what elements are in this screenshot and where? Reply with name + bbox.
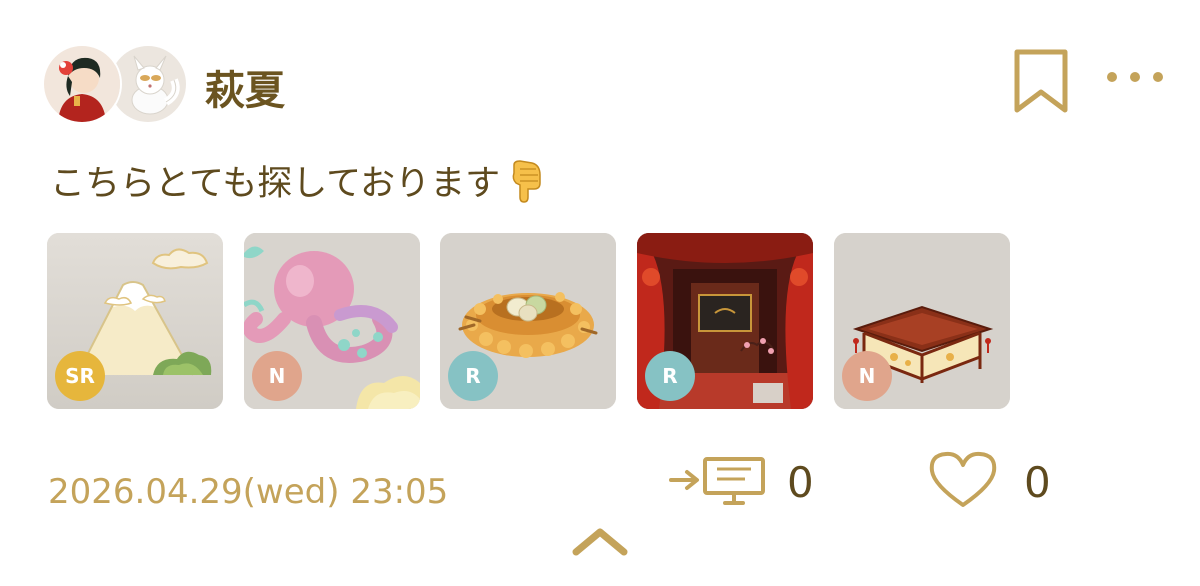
item-card-mountain[interactable]: SR	[47, 233, 223, 409]
share-board-icon[interactable]	[665, 453, 769, 511]
bookmark-icon[interactable]	[1013, 48, 1069, 114]
share-button[interactable]: 0	[665, 452, 814, 512]
rarity-badge: N	[252, 351, 302, 401]
item-card-octopus[interactable]: N	[244, 233, 420, 409]
rarity-badge: R	[645, 351, 695, 401]
username[interactable]: 萩夏	[205, 58, 285, 116]
chevron-up-icon[interactable]	[570, 524, 630, 558]
avatar-character[interactable]	[42, 44, 122, 124]
item-card-red-hall[interactable]: R	[637, 233, 813, 409]
rarity-badge: N	[842, 351, 892, 401]
rarity-badge: SR	[55, 351, 105, 401]
post-text: こちらとても探しております	[50, 155, 546, 212]
like-button[interactable]: 0	[928, 451, 1051, 513]
heart-icon[interactable]	[928, 451, 998, 513]
item-card-lantern-table[interactable]: N	[834, 233, 1010, 409]
pointing-down-hand-icon	[506, 159, 546, 212]
avatar-group[interactable]	[42, 44, 188, 124]
like-count: 0	[1024, 457, 1051, 507]
item-card-nest[interactable]: R	[440, 233, 616, 409]
post-text-content: こちらとても探しております	[50, 164, 501, 204]
share-count: 0	[787, 457, 814, 507]
more-options-icon[interactable]	[1100, 62, 1170, 92]
rarity-badge: R	[448, 351, 498, 401]
post-timestamp: 2026.04.29(wed) 23:05	[48, 472, 449, 512]
